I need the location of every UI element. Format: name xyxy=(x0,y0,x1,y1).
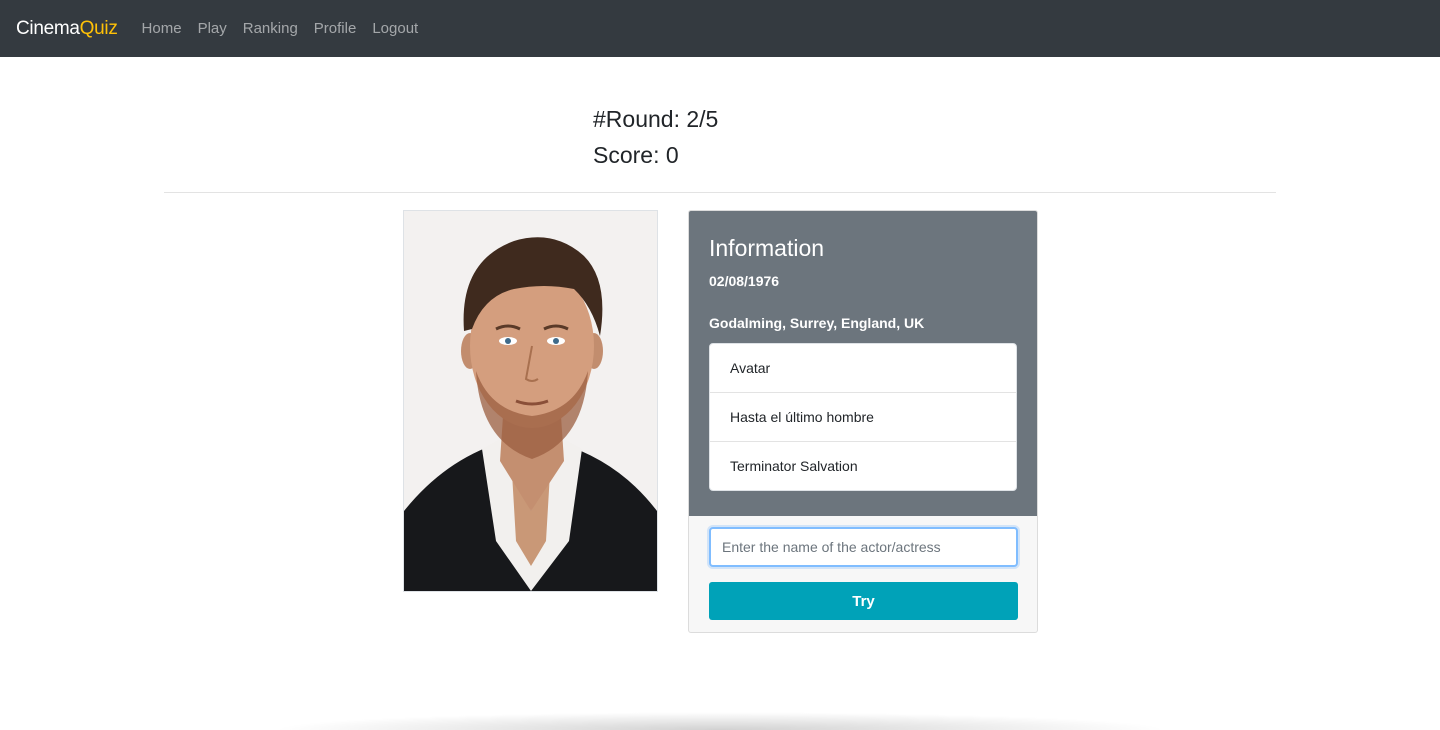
section-divider xyxy=(164,192,1276,193)
brand-name-quiz: Quiz xyxy=(79,17,118,39)
birth-date: 02/08/1976 xyxy=(709,273,780,289)
nav-link-profile[interactable]: Profile xyxy=(314,20,357,37)
nav-link-ranking[interactable]: Ranking xyxy=(243,20,298,37)
information-title: Information xyxy=(709,235,825,261)
nav-link-home[interactable]: Home xyxy=(142,20,182,37)
actor-photo xyxy=(403,210,658,592)
try-button[interactable]: Try xyxy=(709,582,1018,620)
score-indicator: Score: 0 xyxy=(593,142,679,168)
nav-link-logout[interactable]: Logout xyxy=(372,20,418,37)
movie-item: Hasta el último hombre xyxy=(710,393,1016,442)
information-panel: Information 02/08/1976 Godalming, Surrey… xyxy=(689,211,1037,516)
brand-name-cinema: Cinema xyxy=(16,17,80,39)
movie-item: Terminator Salvation xyxy=(730,458,858,474)
brand-logo[interactable]: CinemaQuiz xyxy=(16,18,118,40)
bottom-shadow xyxy=(270,712,1170,730)
game-stats: #Round: 2/5 Score: 0 xyxy=(593,104,718,176)
information-card: Information 02/08/1976 Godalming, Surrey… xyxy=(688,210,1038,633)
birth-place: Godalming, Surrey, England, UK xyxy=(709,315,925,331)
top-navbar: CinemaQuiz Home Play Ranking Profile Log… xyxy=(0,0,1440,57)
movie-list: Avatar Hasta el último hombre Terminator… xyxy=(709,343,1017,491)
nav-link-play[interactable]: Play xyxy=(198,20,227,37)
round-indicator: #Round: 2/5 xyxy=(593,106,719,132)
movie-item: Avatar xyxy=(710,344,1016,393)
actor-name-input[interactable] xyxy=(709,527,1018,567)
